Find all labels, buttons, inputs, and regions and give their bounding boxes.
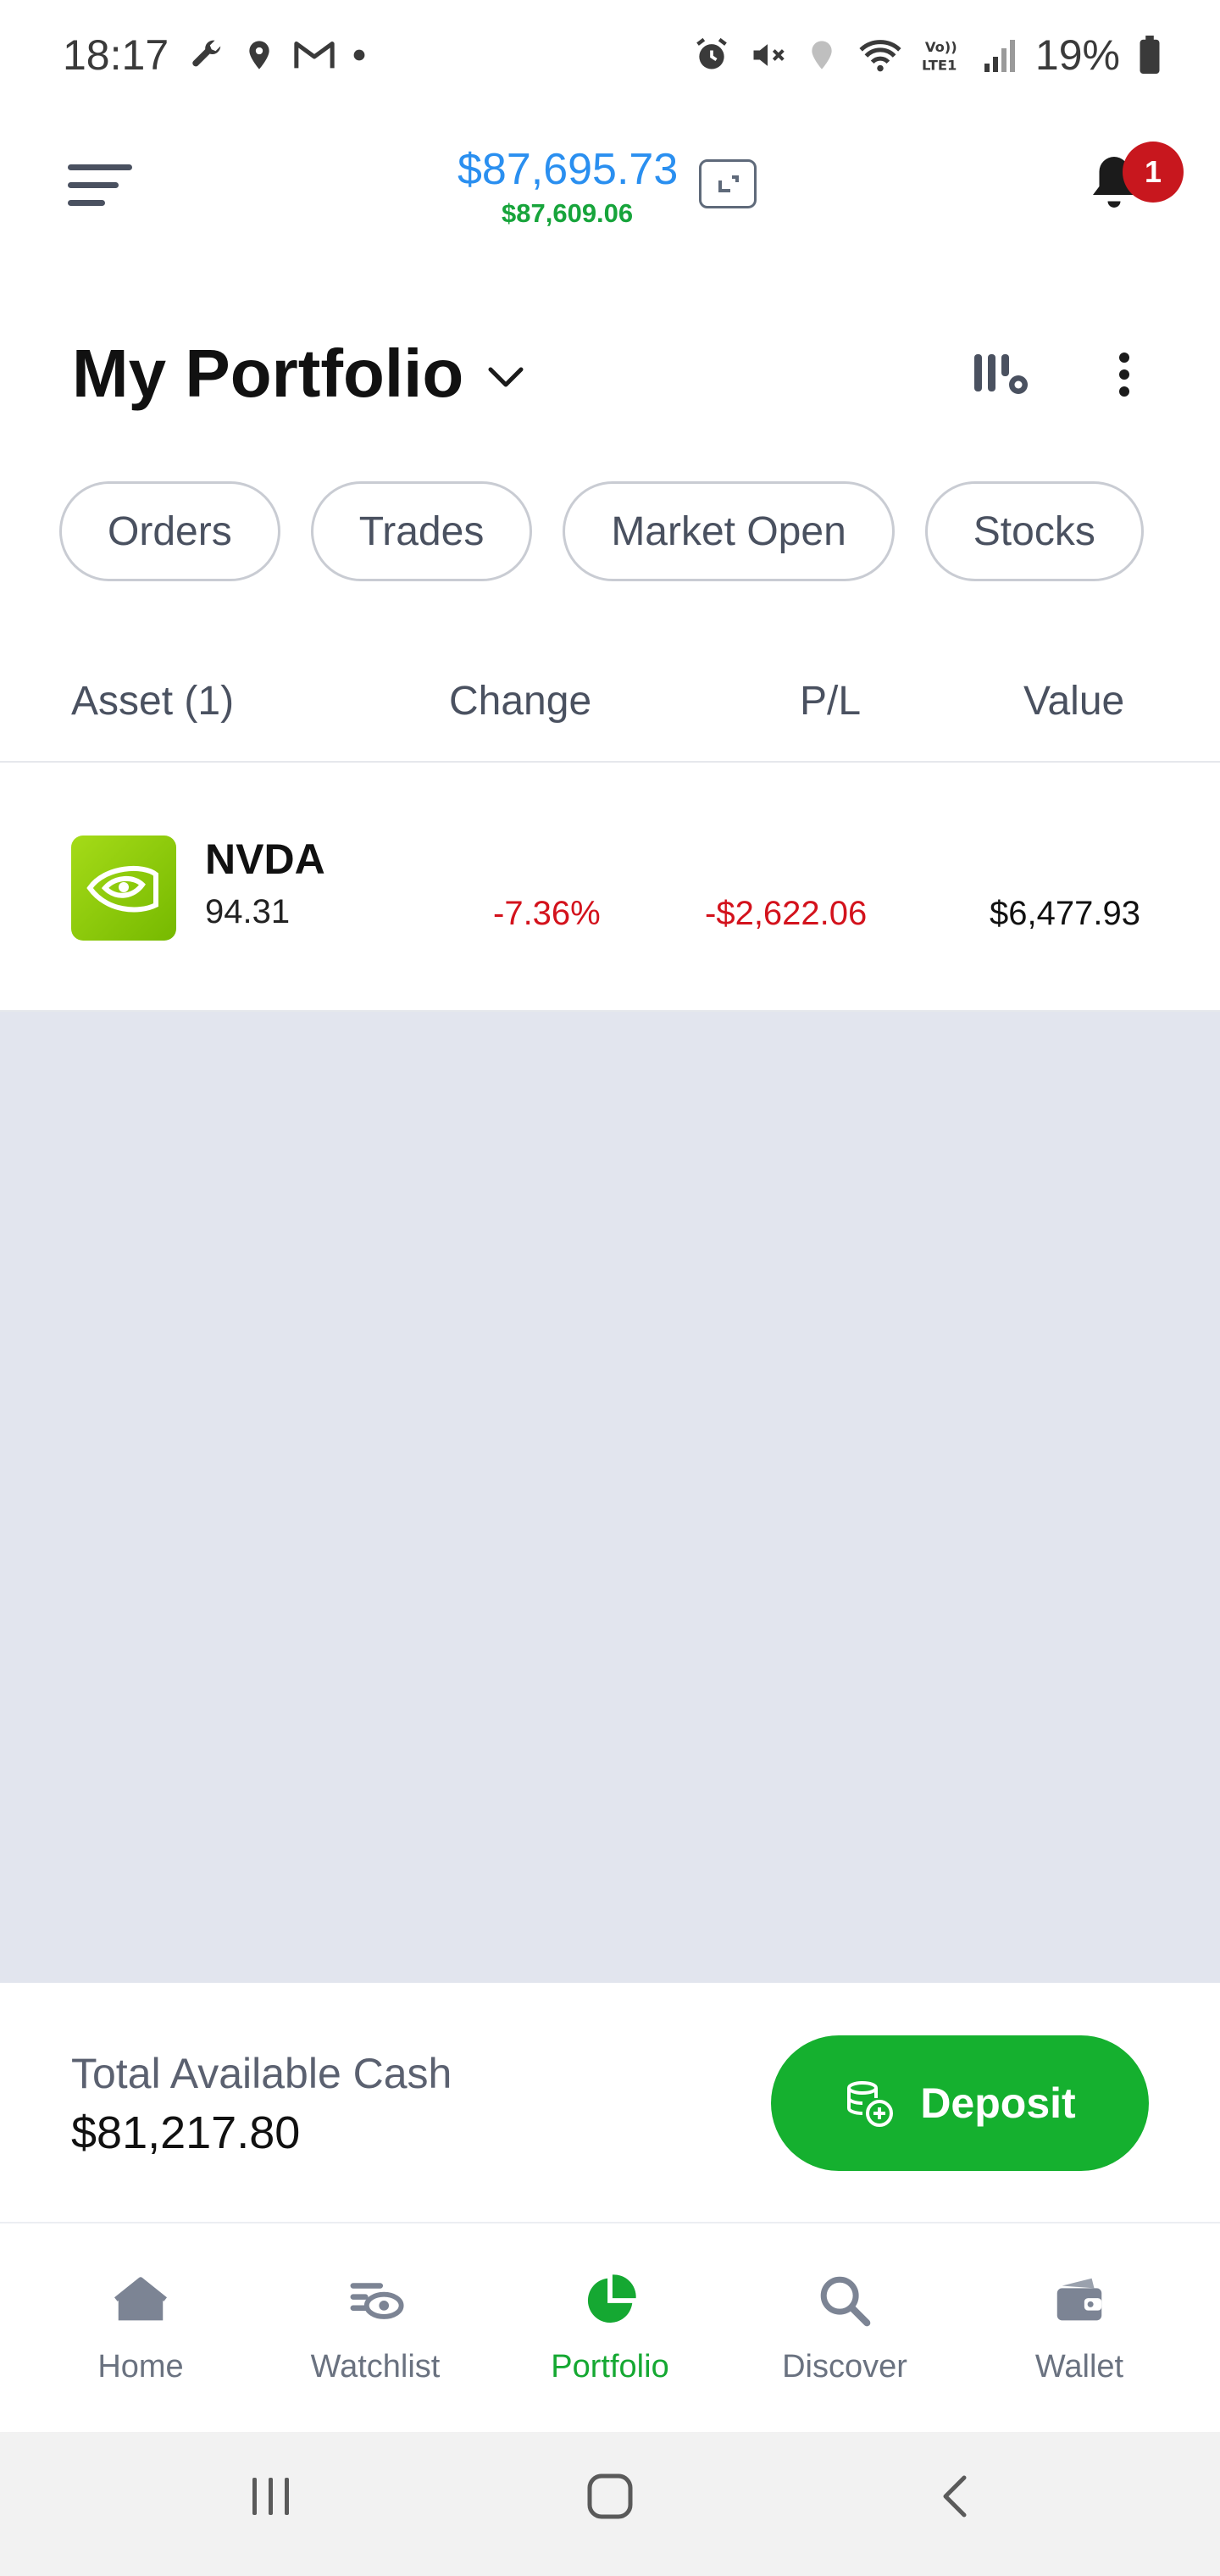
deposit-button[interactable]: Deposit — [771, 2035, 1149, 2171]
account-equity: $87,609.06 — [502, 198, 634, 228]
cash-label: Total Available Cash — [71, 2050, 452, 2097]
chevron-down-icon — [488, 367, 524, 387]
status-bar: 18:17 Vo)) LTE1 19% — [0, 0, 1220, 114]
alarm-icon — [696, 37, 727, 69]
page-title[interactable]: My Portfolio — [72, 335, 463, 413]
nvidia-eye-icon — [86, 865, 158, 913]
portfolio-icon — [587, 2274, 636, 2323]
location-icon — [249, 41, 269, 69]
empty-list-area — [0, 1012, 1220, 1983]
nvidia-logo — [71, 836, 176, 941]
wifi-icon — [859, 40, 901, 72]
table-row[interactable] — [0, 763, 1220, 1010]
asset-price: 94.31 — [205, 893, 291, 930]
svg-text:LTE1: LTE1 — [922, 57, 957, 73]
nav-home[interactable]: Home — [39, 2271, 242, 2385]
search-icon — [820, 2276, 871, 2327]
asset-symbol: NVDA — [205, 836, 325, 883]
status-left-icons — [186, 36, 366, 75]
dot-icon — [353, 49, 365, 61]
columns-settings-button[interactable] — [973, 349, 1032, 400]
signal-icon — [984, 40, 1015, 72]
column-header-pl[interactable]: P/L — [800, 678, 861, 724]
nav-discover[interactable]: Discover — [743, 2271, 946, 2385]
nav-wallet[interactable]: Wallet — [978, 2271, 1181, 2385]
recent-apps-icon[interactable] — [246, 2471, 297, 2522]
nav-portfolio[interactable]: Portfolio — [508, 2271, 712, 2385]
more-vertical-icon — [1119, 353, 1129, 397]
column-header-value[interactable]: Value — [1023, 678, 1124, 724]
column-header-asset[interactable]: Asset (1) — [71, 678, 234, 724]
columns-settings-icon — [974, 354, 1028, 394]
status-right-icons: Vo)) LTE1 19% — [693, 31, 1161, 80]
nav-label: Wallet — [1034, 2349, 1124, 2384]
watchlist-icon — [350, 2283, 404, 2319]
wallet-icon — [1056, 2278, 1102, 2321]
nav-label: Watchlist — [310, 2349, 441, 2384]
asset-change: -7.36% — [493, 895, 601, 932]
chip-market-open[interactable]: Market Open — [563, 481, 895, 581]
system-nav-bar — [0, 2432, 1220, 2576]
asset-value: $6,477.93 — [990, 895, 1140, 932]
chip-orders[interactable]: Orders — [59, 481, 280, 581]
wrench-icon — [192, 40, 221, 67]
svg-text:Vo)): Vo)) — [925, 39, 957, 55]
account-balance[interactable]: $87,695.73 — [458, 144, 678, 195]
chip-stocks[interactable]: Stocks — [924, 481, 1144, 581]
filter-chips: Orders Trades Market Open Stocks — [59, 481, 1144, 581]
asset-pl: -$2,622.06 — [705, 895, 868, 932]
location-outline-icon — [812, 41, 832, 69]
menu-icon — [68, 164, 132, 206]
nav-label: Portfolio — [551, 2349, 669, 2384]
status-time: 18:17 — [63, 31, 169, 79]
home-system-icon[interactable] — [585, 2471, 635, 2522]
more-options-button[interactable] — [1108, 347, 1140, 407]
column-header-change[interactable]: Change — [449, 678, 591, 724]
portfolio-dropdown[interactable] — [487, 364, 524, 390]
cash-value: $81,217.80 — [71, 2107, 301, 2158]
volte-icon: Vo)) LTE1 — [922, 39, 957, 73]
chip-trades[interactable]: Trades — [310, 481, 533, 581]
back-icon[interactable] — [932, 2471, 983, 2522]
nav-watchlist[interactable]: Watchlist — [274, 2271, 477, 2385]
nav-label: Discover — [782, 2349, 907, 2384]
battery-icon — [1140, 36, 1160, 75]
deposit-label: Deposit — [920, 2079, 1076, 2127]
battery-percent: 19% — [1034, 31, 1120, 79]
mute-icon — [753, 44, 785, 66]
gmail-icon — [294, 42, 335, 69]
expand-balance-button[interactable] — [699, 159, 757, 208]
notification-badge: 1 — [1123, 142, 1184, 203]
nav-label: Home — [97, 2349, 184, 2384]
menu-button[interactable] — [68, 161, 136, 212]
deposit-coins-icon — [847, 2081, 894, 2127]
home-icon — [114, 2277, 167, 2321]
expand-icon — [718, 175, 739, 192]
